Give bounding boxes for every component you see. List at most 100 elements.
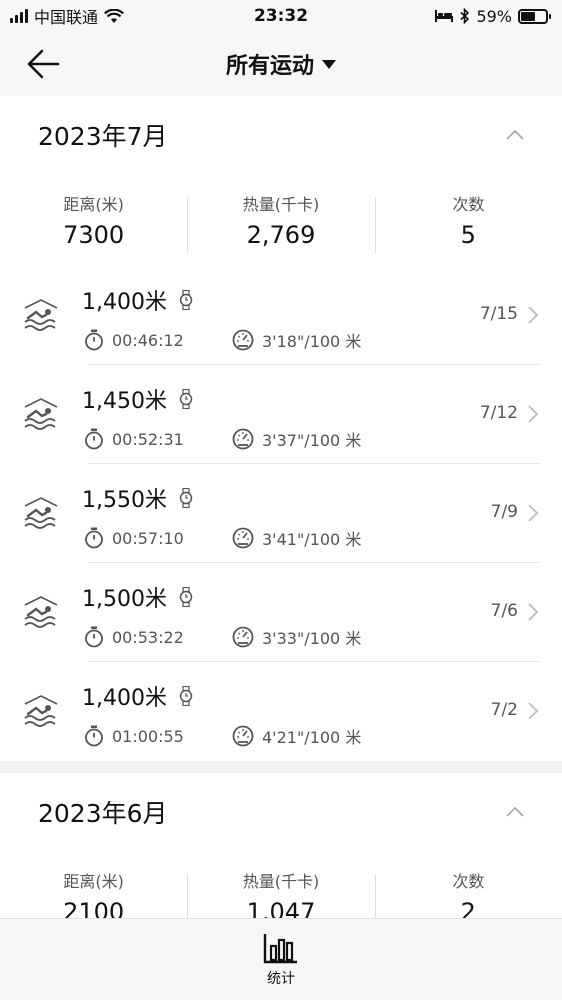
- summary-count: 次数 2: [374, 868, 562, 918]
- workout-duration: 00:52:31: [84, 428, 232, 450]
- speedometer-icon: [232, 428, 254, 450]
- wifi-icon: [104, 8, 124, 23]
- workout-history-list[interactable]: 2023年7月 距离(米) 7300 热量(千卡) 2,769 次数 5 1,4…: [0, 96, 562, 918]
- speedometer-icon: [232, 329, 254, 351]
- month-title: 2023年6月: [38, 799, 168, 828]
- workout-row[interactable]: 1,400米 00:46:12 3'18"/100 米 7/15: [0, 266, 562, 365]
- summary-value: 2: [460, 898, 476, 918]
- watch-icon: [179, 587, 193, 607]
- battery-fill: [521, 11, 536, 21]
- workout-row[interactable]: 1,400米 01:00:55 4'21"/100 米 7/2: [0, 662, 562, 761]
- workout-meta: 00:46:12 3'18"/100 米: [84, 328, 361, 352]
- caret-down-icon: [322, 59, 336, 69]
- page-title: 所有运动: [225, 54, 314, 79]
- workout-meta: 00:57:10 3'41"/100 米: [84, 526, 361, 550]
- speedometer-icon: [232, 725, 254, 747]
- workout-distance-row: 1,500米: [82, 581, 193, 613]
- stopwatch-icon: [85, 329, 103, 351]
- chevron-right-icon: [528, 504, 539, 522]
- month-summary: 距离(米) 2100 热量(千卡) 1,047 次数 2: [0, 851, 562, 918]
- duration-value: 00:57:10: [112, 528, 184, 548]
- workout-date: 7/12: [479, 403, 518, 423]
- speedometer-icon: [232, 527, 254, 549]
- summary-label: 热量(千卡): [242, 195, 320, 214]
- workout-meta: 00:53:22 3'33"/100 米: [84, 625, 361, 649]
- summary-calories: 热量(千卡) 1,047: [187, 868, 374, 918]
- workout-distance-row: 1,450米: [82, 383, 193, 415]
- month-header[interactable]: 2023年7月: [0, 96, 562, 174]
- battery-icon: [518, 8, 551, 24]
- summary-label: 距离(米): [63, 195, 124, 214]
- workout-duration: 01:00:55: [84, 725, 232, 747]
- duration-value: 00:52:31: [112, 429, 184, 449]
- pace-value: 3'37"/100 米: [262, 431, 362, 450]
- nav-bar: 所有运动: [0, 32, 562, 96]
- month-header[interactable]: 2023年6月: [0, 773, 562, 851]
- month-section-june: 2023年6月 距离(米) 2100 热量(千卡) 1,047 次数 2: [0, 773, 562, 918]
- workout-row[interactable]: 1,450米 00:52:31 3'37"/100 米 7/12: [0, 365, 562, 464]
- swimming-icon: [24, 299, 58, 331]
- month-summary: 距离(米) 7300 热量(千卡) 2,769 次数 5: [0, 174, 562, 266]
- chevron-right-icon: [528, 306, 539, 324]
- summary-distance: 距离(米) 7300: [0, 191, 187, 249]
- pace-value: 4'21"/100 米: [262, 728, 362, 747]
- summary-count: 次数 5: [374, 191, 562, 253]
- chevron-right-icon: [528, 603, 539, 621]
- back-arrow-icon[interactable]: [22, 46, 66, 82]
- summary-label: 热量(千卡): [242, 872, 320, 891]
- chevron-up-icon[interactable]: [504, 124, 526, 146]
- chevron-up-icon[interactable]: [504, 801, 526, 823]
- workout-row[interactable]: 1,500米 00:53:22 3'33"/100 米 7/6: [0, 563, 562, 662]
- watch-icon: [179, 686, 193, 706]
- bottom-tab-bar: 统计: [0, 918, 562, 1000]
- speedometer-icon: [232, 626, 254, 648]
- workout-date: 7/6: [490, 601, 518, 621]
- workout-meta: 01:00:55 4'21"/100 米: [84, 724, 361, 748]
- summary-calories: 热量(千卡) 2,769: [187, 191, 374, 253]
- status-right: 59%: [434, 6, 551, 26]
- summary-label: 距离(米): [63, 872, 124, 891]
- summary-label: 次数: [452, 195, 485, 214]
- stopwatch-icon: [85, 725, 103, 747]
- workout-pace: 3'37"/100 米: [232, 427, 361, 451]
- workout-duration: 00:57:10: [84, 527, 232, 549]
- month-title: 2023年7月: [38, 122, 168, 151]
- workout-distance: 1,550米: [82, 488, 167, 513]
- watch-icon: [179, 389, 193, 409]
- workout-distance: 1,400米: [82, 290, 167, 315]
- workout-date: 7/2: [490, 700, 518, 720]
- tab-statistics[interactable]: 统计: [263, 932, 299, 988]
- workout-pace: 3'41"/100 米: [232, 526, 361, 550]
- duration-value: 00:53:22: [112, 627, 184, 647]
- workout-date: 7/15: [479, 304, 518, 324]
- duration-value: 00:46:12: [112, 330, 184, 350]
- pace-value: 3'18"/100 米: [262, 332, 362, 351]
- watch-icon: [179, 290, 193, 310]
- summary-value: 5: [460, 221, 476, 249]
- bluetooth-icon: [460, 8, 470, 24]
- workout-distance: 1,450米: [82, 389, 167, 414]
- summary-value: 1,047: [246, 898, 316, 918]
- carrier-name: 中国联通: [34, 8, 99, 27]
- summary-value: 7300: [63, 221, 125, 249]
- workout-duration: 00:53:22: [84, 626, 232, 648]
- status-bar: 中国联通 23:32 59%: [0, 0, 562, 32]
- pace-value: 3'33"/100 米: [262, 629, 362, 648]
- swimming-icon: [24, 497, 58, 529]
- chevron-right-icon: [528, 405, 539, 423]
- status-left: 中国联通: [10, 4, 124, 28]
- bed-icon: [435, 10, 454, 22]
- workout-pace: 4'21"/100 米: [232, 724, 361, 748]
- workout-date: 7/9: [490, 502, 518, 522]
- swimming-icon: [24, 695, 58, 727]
- sport-filter-dropdown[interactable]: 所有运动: [226, 48, 336, 80]
- watch-icon: [179, 488, 193, 508]
- workout-meta: 00:52:31 3'37"/100 米: [84, 427, 361, 451]
- battery-percent: 59%: [476, 6, 512, 26]
- chevron-right-icon: [528, 702, 539, 720]
- workout-row[interactable]: 1,550米 00:57:10 3'41"/100 米 7/9: [0, 464, 562, 563]
- duration-value: 01:00:55: [112, 726, 184, 746]
- summary-value: 2,769: [246, 221, 316, 249]
- workout-pace: 3'33"/100 米: [232, 625, 361, 649]
- pace-value: 3'41"/100 米: [262, 530, 362, 549]
